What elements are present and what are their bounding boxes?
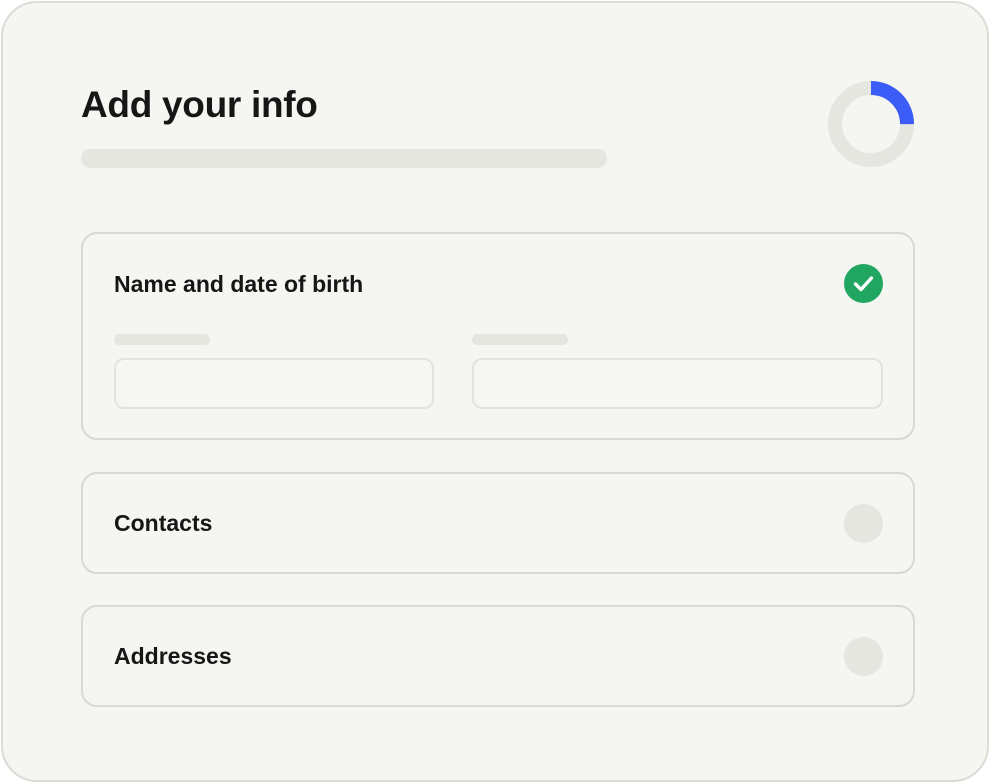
section-addresses[interactable]: Addresses xyxy=(81,605,915,707)
checkmark-circle-icon xyxy=(844,264,883,303)
section-contacts[interactable]: Contacts xyxy=(81,472,915,574)
field-label-placeholder xyxy=(472,334,568,345)
section-title: Contacts xyxy=(114,510,213,536)
field-label-placeholder xyxy=(114,334,210,345)
date-of-birth-input-field[interactable] xyxy=(472,358,883,409)
pending-status-circle-icon xyxy=(844,637,883,676)
progress-ring xyxy=(828,81,914,167)
section-name-and-date-of-birth[interactable]: Name and date of birth xyxy=(81,232,915,440)
subtitle-placeholder xyxy=(81,149,607,168)
section-title: Addresses xyxy=(114,643,232,669)
info-card: Add your info Name and date of birth Con… xyxy=(1,1,989,782)
section-title: Name and date of birth xyxy=(114,271,364,297)
name-input-field[interactable] xyxy=(114,358,434,409)
pending-status-circle-icon xyxy=(844,504,883,543)
page-title: Add your info xyxy=(81,84,318,125)
